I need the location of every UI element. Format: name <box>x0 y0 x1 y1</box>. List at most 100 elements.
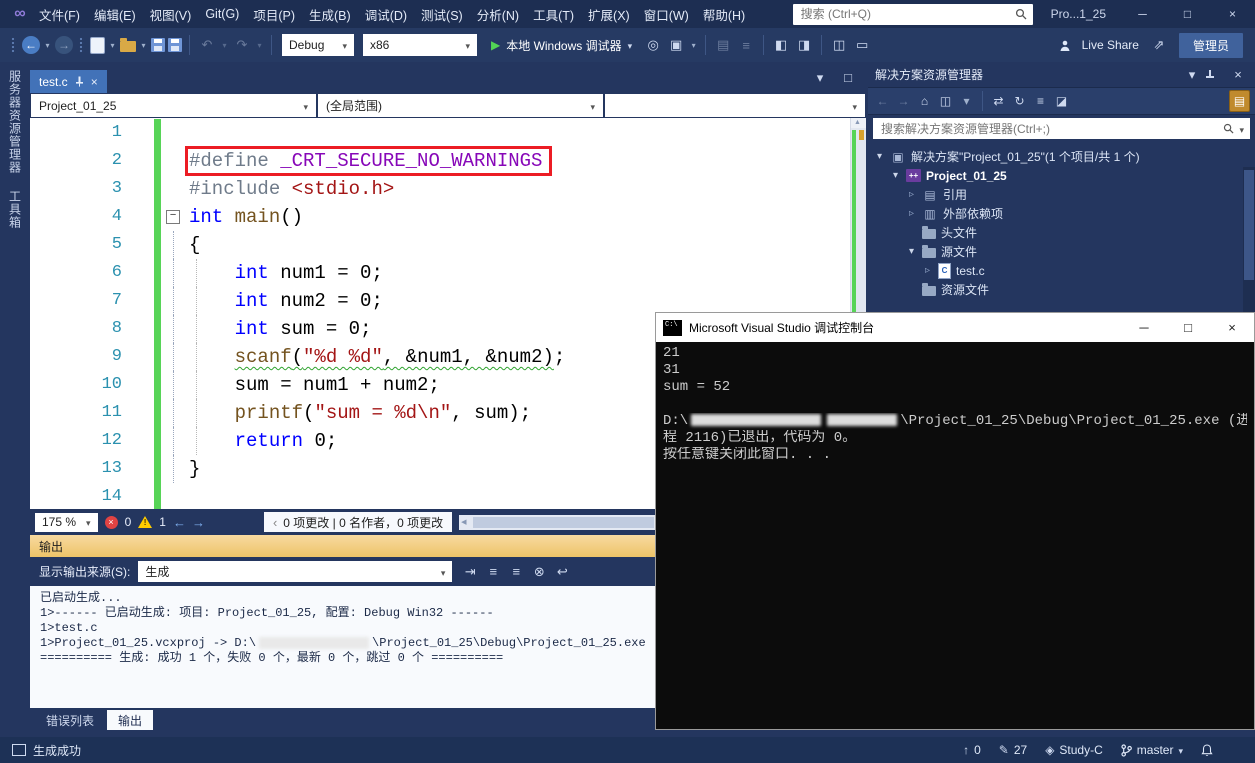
debug-target-dropdown-icon[interactable]: ▾ <box>689 35 698 55</box>
pin-tab-icon[interactable] <box>75 76 84 87</box>
warning-icon[interactable] <box>138 516 152 528</box>
collapse-toggle-icon[interactable]: − <box>166 210 180 224</box>
menu-item[interactable]: Git(G) <box>198 3 246 25</box>
menu-item[interactable]: 编辑(E) <box>87 1 143 28</box>
notifications-bell-icon[interactable] <box>1201 744 1213 757</box>
forward-icon[interactable]: → <box>894 91 913 111</box>
redo-dropdown-icon[interactable]: ▾ <box>255 35 264 55</box>
close-button[interactable]: × <box>1210 0 1255 28</box>
branch-button[interactable]: master <box>1121 743 1183 757</box>
code-line[interactable]: 3#include <stdio.h> <box>30 175 850 203</box>
previous-issue-icon[interactable] <box>173 515 186 530</box>
repository-button[interactable]: ◈ Study-C <box>1045 743 1103 757</box>
quick-search-box[interactable] <box>793 4 1033 25</box>
maximize-button[interactable]: □ <box>1165 0 1210 28</box>
toolwindow-options-icon[interactable]: ▾ <box>1182 65 1202 85</box>
clear-all-icon[interactable]: ⊗ <box>529 562 549 582</box>
console-output[interactable]: 2131sum = 52D:\\Project_01_25\Debug\Proj… <box>656 342 1254 729</box>
menu-item[interactable]: 扩展(X) <box>581 1 637 28</box>
source-files-node[interactable]: ▾源文件 <box>868 242 1255 261</box>
menu-item[interactable]: 生成(B) <box>302 1 358 28</box>
next-issue-icon[interactable] <box>192 515 205 530</box>
zoom-select[interactable]: 175 % <box>35 513 98 532</box>
start-debugging-button[interactable]: 本地 Windows 调试器 <box>483 33 640 57</box>
error-icon[interactable] <box>105 516 118 529</box>
expand-icon[interactable]: ▾ <box>906 246 917 257</box>
solution-configuration-select[interactable]: Debug <box>282 34 354 56</box>
open-file-icon[interactable] <box>120 41 136 52</box>
menu-item[interactable]: 帮助(H) <box>696 1 752 28</box>
tab-error-list[interactable]: 错误列表 <box>35 710 105 730</box>
code-line[interactable]: 1 <box>30 119 850 147</box>
solution-search-input[interactable] <box>879 121 1218 137</box>
resource-files-node[interactable]: 资源文件 <box>868 280 1255 299</box>
save-all-icon[interactable] <box>168 38 182 52</box>
filter-dropdown-icon[interactable]: ▾ <box>957 91 976 111</box>
visual-studio-logo-icon[interactable]: ∞ <box>8 5 32 23</box>
start-page-icon[interactable]: ▭ <box>852 35 872 55</box>
chevron-down-icon[interactable] <box>1239 122 1244 136</box>
side-tab-1[interactable]: 工具箱 <box>7 190 24 229</box>
close-icon[interactable]: × <box>1228 65 1248 85</box>
bookmark-icon[interactable]: ◧ <box>771 35 791 55</box>
test-c-node[interactable]: ▹test.c <box>868 261 1255 280</box>
references-node[interactable]: ▹引用 <box>868 185 1255 204</box>
toolbar-grip[interactable] <box>11 37 16 53</box>
save-icon[interactable] <box>151 38 165 52</box>
console-titlebar[interactable]: Microsoft Visual Studio 调试控制台 ─□× <box>656 313 1254 342</box>
quick-search-input[interactable] <box>799 6 1009 22</box>
collapse-icon[interactable]: ▹ <box>906 208 917 219</box>
menu-item[interactable]: 视图(V) <box>143 1 199 28</box>
member-scope-select[interactable] <box>605 94 865 117</box>
undo-icon[interactable]: ↶ <box>197 35 217 55</box>
active-files-dropdown-icon[interactable]: ▾ <box>810 68 830 88</box>
output-source-select[interactable]: 生成 <box>138 561 452 582</box>
menu-item[interactable]: 调试(D) <box>358 1 414 28</box>
expand-icon[interactable]: ▾ <box>890 170 901 181</box>
console-close-button[interactable]: × <box>1210 313 1254 342</box>
code-line[interactable]: 2#define _CRT_SECURE_NO_WARNINGS <box>30 147 850 175</box>
project-scope-select[interactable]: Project_01_25 <box>31 94 316 117</box>
menu-item[interactable]: 窗口(W) <box>637 1 696 28</box>
solution-search-box[interactable] <box>873 118 1250 139</box>
solution-node[interactable]: ▾解决方案"Project_01_25"(1 个项目/共 1 个) <box>868 147 1255 166</box>
live-share-label[interactable]: Live Share <box>1082 38 1139 52</box>
tab-test-c[interactable]: test.c <box>30 70 107 93</box>
navigate-forward-icon[interactable]: → <box>55 36 73 54</box>
live-share-icon[interactable] <box>1058 39 1072 52</box>
sync-with-active-document-icon[interactable]: ⇄ <box>989 91 1008 111</box>
attach-process-icon[interactable]: ◎ <box>643 35 663 55</box>
open-file-dropdown-icon[interactable]: ▾ <box>139 35 148 55</box>
collapse-icon[interactable]: ▹ <box>922 265 933 276</box>
expand-icon[interactable]: ▾ <box>874 151 885 162</box>
next-message-icon[interactable]: ≡ <box>506 562 526 582</box>
pending-edits-button[interactable]: ✎ 27 <box>999 743 1027 757</box>
menu-item[interactable]: 工具(T) <box>526 1 581 28</box>
task-list-icon[interactable]: ◨ <box>794 35 814 55</box>
collapse-icon[interactable]: ▹ <box>906 189 917 200</box>
toolbar-grip[interactable] <box>79 37 84 53</box>
line-structure-icon[interactable]: ≡ <box>736 35 756 55</box>
close-tab-icon[interactable] <box>91 75 98 89</box>
new-project-icon[interactable] <box>90 37 105 54</box>
menu-item[interactable]: 测试(S) <box>414 1 470 28</box>
redo-icon[interactable]: ↷ <box>232 35 252 55</box>
console-maximize-button[interactable]: □ <box>1166 313 1210 342</box>
nest-files-icon[interactable]: ≡ <box>1031 91 1050 111</box>
comment-icon[interactable]: ◫ <box>829 35 849 55</box>
new-project-dropdown-icon[interactable]: ▾ <box>108 35 117 55</box>
code-line[interactable]: 5{ <box>30 231 850 259</box>
outgoing-commits-button[interactable]: ↑ 0 <box>963 743 981 757</box>
code-line[interactable]: 7 int num2 = 0; <box>30 287 850 315</box>
code-line[interactable]: 6 int num1 = 0; <box>30 259 850 287</box>
back-icon[interactable]: ← <box>873 91 892 111</box>
word-wrap-icon[interactable]: ↩ <box>552 562 572 582</box>
tab-output[interactable]: 输出 <box>107 710 153 730</box>
solution-platform-select[interactable]: x86 <box>363 34 477 56</box>
preview-icon[interactable]: ◪ <box>1052 91 1071 111</box>
minimize-button[interactable]: ─ <box>1120 0 1165 28</box>
switch-views-icon[interactable]: ◫ <box>936 91 955 111</box>
home-icon[interactable]: ⌂ <box>915 91 934 111</box>
show-all-files-icon[interactable]: ▤ <box>1229 90 1250 112</box>
code-map-icon[interactable]: ▣ <box>666 35 686 55</box>
